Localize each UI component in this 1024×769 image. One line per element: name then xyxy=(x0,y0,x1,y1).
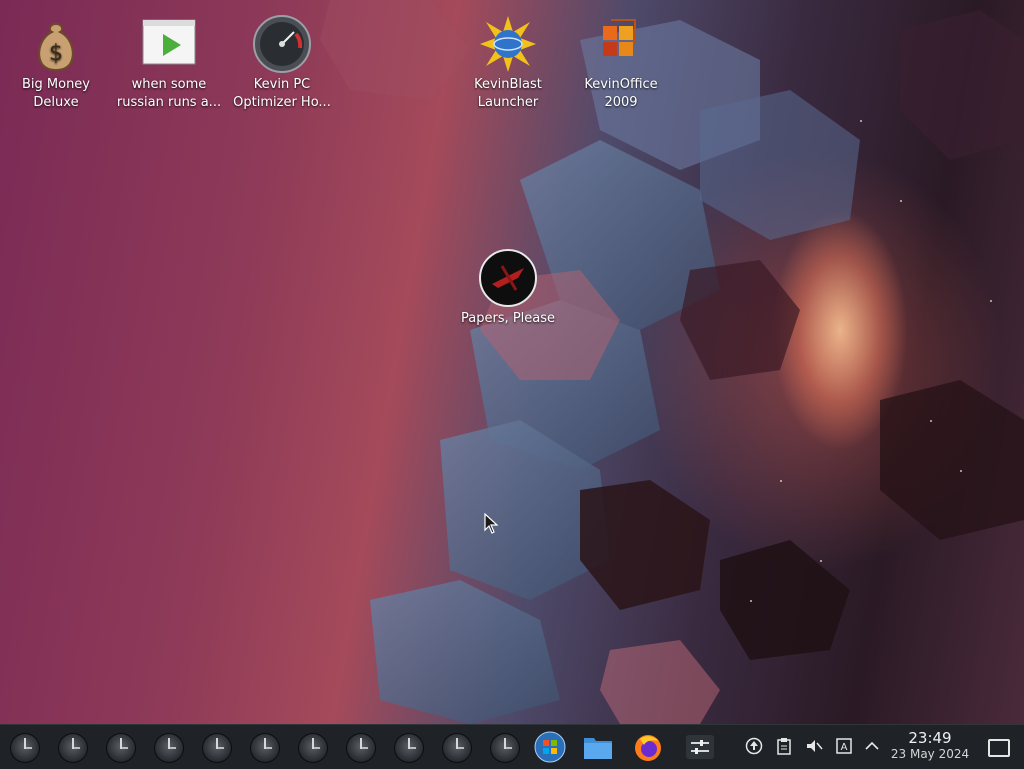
volume-muted-icon[interactable] xyxy=(804,737,824,757)
desktop-icon-kevinoffice-2009[interactable]: KevinOffice 2009 xyxy=(566,8,676,112)
taskbar-clock-widget-icon[interactable] xyxy=(490,733,520,763)
video-player-icon xyxy=(139,14,199,74)
taskbar-clock-widget-icon[interactable] xyxy=(106,733,136,763)
desktop-icon-label: KevinOffice 2009 xyxy=(584,77,658,110)
office-icon xyxy=(591,14,651,74)
taskbar-clock-widget-icon[interactable] xyxy=(442,733,472,763)
chevron-up-icon[interactable] xyxy=(862,737,882,757)
globe-burst-icon xyxy=(478,14,538,74)
sliders-icon[interactable] xyxy=(684,731,716,763)
keyboard-layout-icon[interactable]: A xyxy=(834,737,854,757)
taskbar-clock-widget-icon[interactable] xyxy=(346,733,376,763)
desktop-icon-kevinblast-launcher[interactable]: KevinBlast Launcher xyxy=(453,8,563,112)
firefox-icon[interactable] xyxy=(632,731,664,763)
speedometer-icon xyxy=(252,14,312,74)
show-desktop-icon[interactable] xyxy=(988,739,1010,757)
taskbar-clock-widget-icon[interactable] xyxy=(298,733,328,763)
taskbar-clock-widget-icon[interactable] xyxy=(202,733,232,763)
svg-text:$: $ xyxy=(49,41,63,66)
clipboard-icon[interactable] xyxy=(774,737,794,757)
clock-time[interactable]: 23:49 xyxy=(900,729,960,747)
money-bag-icon: $ xyxy=(26,14,86,74)
papers-please-icon xyxy=(478,248,538,308)
windows-start-icon[interactable] xyxy=(534,731,566,763)
taskbar: A 23:49 23 May 2024 xyxy=(0,724,1024,769)
folder-icon[interactable] xyxy=(582,731,614,763)
clock-date[interactable]: 23 May 2024 xyxy=(884,747,976,761)
desktop-icon-big-money-deluxe[interactable]: $ Big Money Deluxe xyxy=(1,8,111,112)
desktop-icon-kevin-pc-optimizer[interactable]: Kevin PC Optimizer Ho... xyxy=(227,8,337,112)
taskbar-clock-widget-icon[interactable] xyxy=(154,733,184,763)
desktop-icon-russian-video[interactable]: when some russian runs a... xyxy=(114,8,224,112)
taskbar-clock-widget-icon[interactable] xyxy=(394,733,424,763)
upload-arrow-icon[interactable] xyxy=(744,737,764,757)
svg-text:A: A xyxy=(841,742,848,753)
desktop-icon-label: KevinBlast Launcher xyxy=(474,77,542,110)
desktop-icon-papers-please[interactable]: Papers, Please xyxy=(453,248,563,328)
taskbar-clock-widget-icon[interactable] xyxy=(10,733,40,763)
taskbar-clock-widget-icon[interactable] xyxy=(250,733,280,763)
desktop-icon-label: when some russian runs a... xyxy=(116,77,222,110)
desktop-icon-label: Big Money Deluxe xyxy=(21,77,90,110)
desktop-icon-label: Papers, Please xyxy=(460,311,556,326)
taskbar-clock-widget-icon[interactable] xyxy=(58,733,88,763)
desktop-icon-label: Kevin PC Optimizer Ho... xyxy=(233,77,331,110)
